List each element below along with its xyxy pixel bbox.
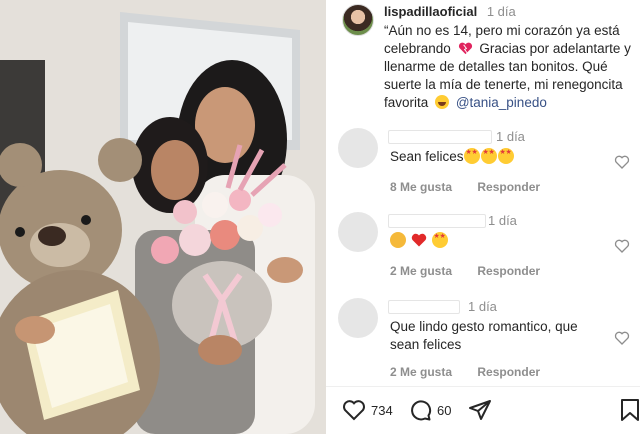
comment-item: 1 día 2 Me gusta Responder (334, 212, 634, 292)
author-username[interactable]: lispadillaoficial (384, 4, 477, 19)
comment-item: 1 día Sean felices 8 Me gusta Responder (334, 128, 634, 208)
heart-outline-icon[interactable] (614, 238, 630, 254)
star-eyes-emoji-icon (463, 148, 480, 164)
comment-likes[interactable]: 2 Me gusta (390, 264, 452, 278)
reply-button[interactable]: Responder (477, 264, 540, 278)
comment-likes[interactable]: 8 Me gusta (390, 180, 452, 194)
comment-meta: 8 Me gusta Responder (390, 180, 562, 194)
share-action[interactable] (468, 398, 492, 422)
post-actions-bar: 734 60 (326, 398, 640, 428)
like-action[interactable]: 734 (342, 398, 393, 422)
red-heart-emoji-icon (411, 233, 426, 247)
comment-time: 1 día (468, 299, 497, 314)
author-avatar[interactable] (342, 4, 374, 36)
commenter-avatar[interactable] (338, 128, 378, 168)
comment-action[interactable]: 60 (408, 398, 451, 422)
star-eyes-emoji-icon (431, 232, 448, 248)
caption-header: lispadillaoficial 1 día (384, 4, 634, 20)
comment-time: 1 día (488, 213, 517, 228)
comment-text-content: Sean felices (390, 149, 464, 164)
comment-meta: 2 Me gusta Responder (390, 365, 562, 379)
mention-link[interactable]: @tania_pinedo (456, 95, 547, 110)
comment-bubble-icon[interactable] (408, 398, 432, 422)
commenter-avatar[interactable] (338, 298, 378, 338)
star-eyes-emoji-icon (480, 148, 497, 164)
star-eyes-emoji-icon (497, 148, 514, 164)
heart-outline-icon[interactable] (614, 154, 630, 170)
clapping-hands-emoji-icon (390, 232, 406, 248)
commenter-username-redacted[interactable] (388, 214, 486, 228)
bookmark-icon[interactable] (620, 398, 640, 422)
like-count: 734 (371, 402, 393, 418)
reply-button[interactable]: Responder (477, 180, 540, 194)
actions-divider (326, 386, 640, 387)
comment-likes[interactable]: 2 Me gusta (390, 365, 452, 379)
heart-outline-icon[interactable] (614, 330, 630, 346)
post-time: 1 día (486, 4, 516, 19)
comment-time: 1 día (496, 129, 525, 144)
commenter-avatar[interactable] (338, 212, 378, 252)
comment-text: Que lindo gesto romantico, que sean feli… (390, 319, 578, 352)
post-photo (0, 0, 326, 434)
comment-text (390, 232, 610, 250)
send-icon[interactable] (468, 398, 492, 422)
comment-text: Sean felices (390, 148, 610, 166)
comment-count: 60 (437, 402, 452, 418)
heart-icon[interactable] (342, 398, 366, 422)
caption-text: “Aún no es 14, pero mi corazón ya está c… (384, 22, 638, 112)
commenter-username-redacted[interactable] (388, 300, 460, 314)
photo-illustration (0, 0, 326, 434)
commenter-username-redacted[interactable] (388, 130, 492, 144)
heart-emoji-icon (458, 42, 472, 55)
laughing-emoji-icon (435, 95, 450, 109)
comments-panel: lispadillaoficial 1 día “Aún no es 14, p… (326, 0, 640, 434)
save-action[interactable] (620, 398, 640, 422)
comment-meta: 2 Me gusta Responder (390, 264, 562, 278)
comment-item: 1 día Que lindo gesto romantico, que sea… (334, 298, 634, 382)
reply-button[interactable]: Responder (477, 365, 540, 379)
